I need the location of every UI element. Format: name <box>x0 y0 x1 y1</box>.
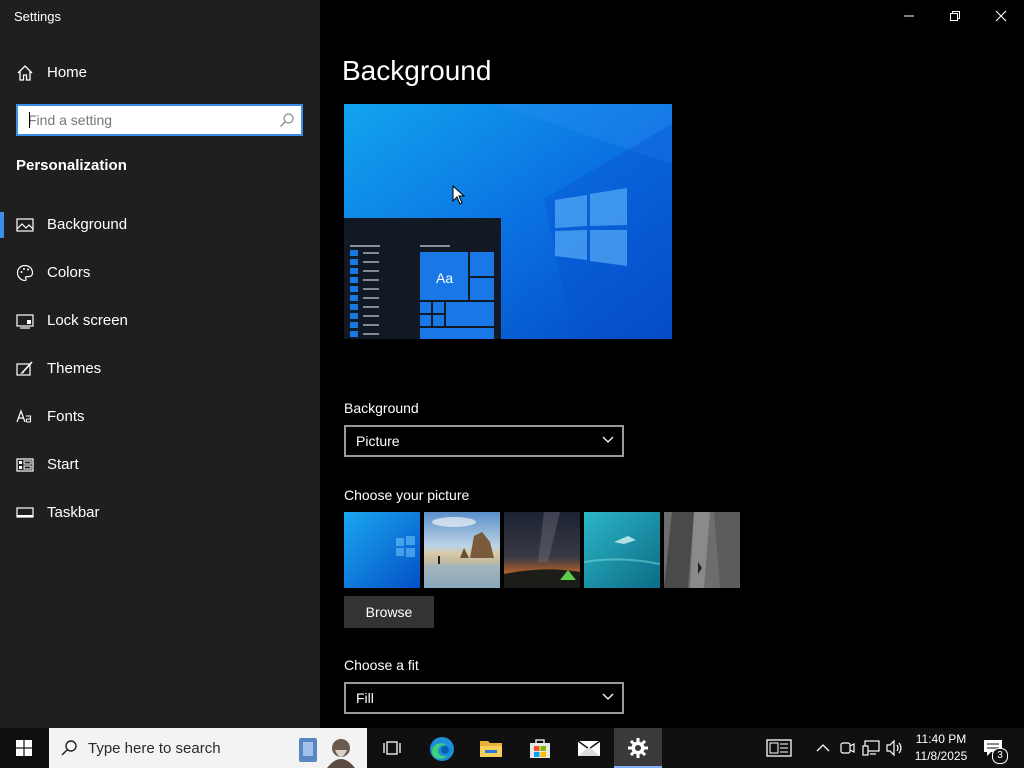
picture-thumbnails <box>344 512 744 588</box>
sidebar-item-themes[interactable]: Themes <box>0 352 320 400</box>
browse-button[interactable]: Browse <box>344 596 434 628</box>
fit-value: Fill <box>356 690 374 706</box>
rock-cliff-wallpaper <box>664 512 740 588</box>
search-icon <box>61 740 77 756</box>
background-preview: Aa <box>344 104 672 339</box>
clock-time: 11:40 PM <box>915 732 967 746</box>
background-type-value: Picture <box>356 433 400 449</box>
picture-thumb-windows[interactable] <box>344 512 420 588</box>
sidebar-item-colors[interactable]: Colors <box>0 256 320 304</box>
fit-dropdown[interactable]: Fill <box>344 682 624 714</box>
sidebar-item-taskbar[interactable]: Taskbar <box>0 496 320 544</box>
text-cursor <box>29 112 30 128</box>
sidebar-item-label: Background <box>47 216 128 233</box>
action-center-button[interactable]: 3 <box>980 736 1010 764</box>
section-label: Personalization <box>16 157 127 174</box>
notification-count-badge: 3 <box>992 748 1008 764</box>
picture-thumb-rock[interactable] <box>664 512 740 588</box>
picture-thumb-underwater[interactable] <box>584 512 660 588</box>
search-icon[interactable] <box>279 112 295 128</box>
mail-icon <box>577 740 601 756</box>
taskbar: Type here to search 11:40 PM 11/8/2025 3 <box>0 728 1024 768</box>
minimize-icon <box>904 15 914 17</box>
taskbar-icon <box>16 507 34 518</box>
choose-fit-label: Choose a fit <box>344 657 419 673</box>
sidebar: Settings Home Personalization Background <box>0 0 320 728</box>
home-icon <box>17 65 33 81</box>
taskbar-search-box[interactable]: Type here to search <box>49 728 367 768</box>
start-button[interactable] <box>0 728 48 768</box>
home-label: Home <box>47 64 88 81</box>
sidebar-item-lock-screen[interactable]: Lock screen <box>0 304 320 352</box>
page-title: Background <box>342 55 492 86</box>
mouse-cursor-icon <box>452 185 466 205</box>
active-indicator <box>0 212 4 238</box>
app-title: Settings <box>14 9 61 24</box>
restore-icon <box>950 11 960 21</box>
palette-icon <box>16 264 34 282</box>
preview-image <box>344 104 672 339</box>
sidebar-item-label: Colors <box>47 264 91 281</box>
underwater-swimmer-wallpaper <box>584 512 660 588</box>
fonts-icon <box>16 409 32 423</box>
clock-date: 11/8/2025 <box>914 749 968 763</box>
start-tiles-icon <box>16 458 34 472</box>
beach-rocks-wallpaper <box>424 512 500 588</box>
edge-taskbar-button[interactable] <box>418 728 466 768</box>
settings-search-box[interactable] <box>16 104 303 136</box>
search-input[interactable] <box>18 106 278 134</box>
sidebar-item-background[interactable]: Background <box>0 208 320 256</box>
file-explorer-button[interactable] <box>467 728 515 768</box>
taskbar-search-placeholder: Type here to search <box>88 740 221 757</box>
volume-icon[interactable] <box>886 740 904 756</box>
background-type-label: Background <box>344 400 419 416</box>
background-type-dropdown[interactable]: Picture <box>344 425 624 457</box>
task-view-icon <box>383 741 401 755</box>
close-button[interactable] <box>978 0 1024 32</box>
picture-icon <box>16 218 34 232</box>
settings-taskbar-button[interactable] <box>614 728 662 768</box>
sidebar-item-label: Themes <box>47 360 102 377</box>
home-nav-item[interactable]: Home <box>0 60 320 86</box>
mail-button[interactable] <box>565 728 613 768</box>
lock-screen-icon <box>16 314 34 329</box>
folder-icon <box>480 741 502 757</box>
sidebar-item-start[interactable]: Start <box>0 448 320 496</box>
preview-tile-text: Aa <box>436 270 454 286</box>
picture-thumb-beach[interactable] <box>424 512 500 588</box>
sidebar-item-label: Taskbar <box>47 504 100 521</box>
gear-icon <box>628 738 648 758</box>
microsoft-store-button[interactable] <box>516 728 564 768</box>
chevron-up-icon[interactable] <box>816 743 830 753</box>
personalization-nav: Background Colors Lock screen Themes Fon… <box>0 208 320 544</box>
night-sky-tent-wallpaper <box>504 512 580 588</box>
start-menu-mockup <box>344 218 501 339</box>
sidebar-item-fonts[interactable]: Fonts <box>0 400 320 448</box>
themes-brush-icon <box>16 361 33 376</box>
chevron-down-icon <box>602 436 614 443</box>
sidebar-item-label: Lock screen <box>47 312 128 329</box>
task-view-button[interactable] <box>368 728 416 768</box>
restore-button[interactable] <box>932 0 978 32</box>
windows-light-wallpaper <box>344 512 420 588</box>
close-icon <box>995 10 1007 22</box>
meet-now-icon[interactable] <box>839 740 855 756</box>
windows-start-icon <box>16 740 32 756</box>
choose-picture-label: Choose your picture <box>344 487 470 503</box>
edge-browser-icon <box>430 737 454 761</box>
system-clock[interactable]: 11:40 PM 11/8/2025 <box>906 731 976 765</box>
sidebar-item-label: Fonts <box>47 408 85 425</box>
picture-thumb-night-sky[interactable] <box>504 512 580 588</box>
store-bag-icon <box>530 739 550 758</box>
chevron-down-icon <box>602 693 614 700</box>
minimize-button[interactable] <box>886 0 932 32</box>
sidebar-item-label: Start <box>47 456 79 473</box>
search-highlight-icon <box>299 738 355 768</box>
network-icon[interactable] <box>862 740 880 756</box>
news-widget-icon[interactable] <box>766 739 792 757</box>
